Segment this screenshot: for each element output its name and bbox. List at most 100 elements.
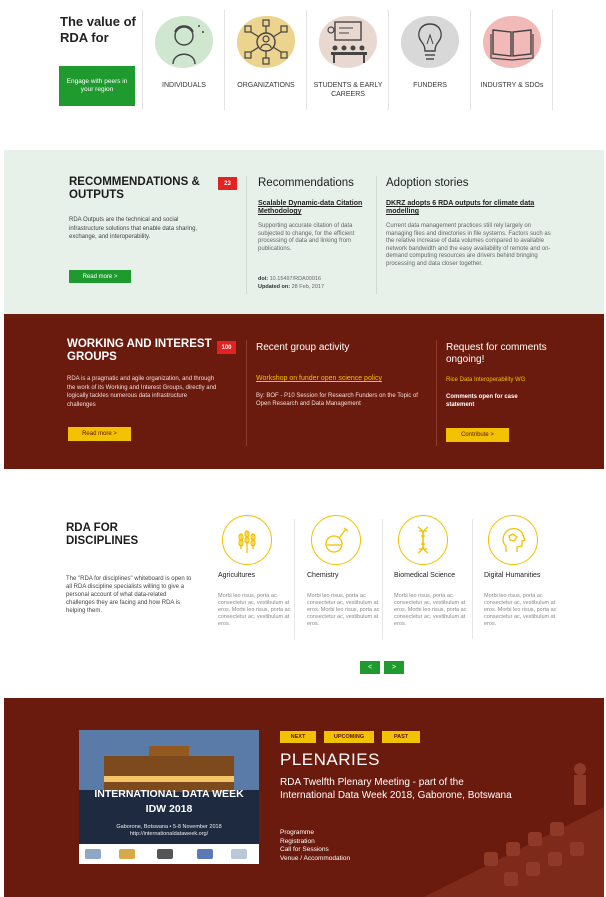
audience-students[interactable]: STUDENTS & EARLY CAREERS — [306, 10, 388, 110]
discipline-name: Biomedical Science — [394, 572, 456, 579]
venue-link[interactable]: Venue / Accommodation — [280, 855, 350, 864]
audience-illustration — [424, 763, 604, 897]
audience-label: INDIVIDUALS — [162, 82, 206, 89]
disciplines-description: The "RDA for disciplines" whiteboard is … — [66, 576, 192, 614]
divider — [472, 519, 473, 639]
audience-label: ORGANIZATIONS — [237, 82, 295, 89]
recommendation-doi: doi: 10.15497/RDA00016 — [258, 276, 368, 284]
plenaries-section: INTERNATIONAL DATA WEEK IDW 2018 Gaboron… — [4, 698, 604, 897]
banner-location: Gaborone, Botswana • 5-8 November 2018 — [116, 824, 222, 830]
head-profile-icon — [488, 515, 538, 565]
discipline-text: Morbi leo risus, porta ac consectetur ac… — [484, 593, 557, 627]
discipline-text: Morbi leo risus, porta ac consectetur ac… — [307, 593, 380, 627]
sponsor-logo — [197, 849, 213, 859]
discipline-card[interactable]: Agricultures Morbi leo risus, porta ac c… — [218, 515, 296, 640]
recommendations-description: RDA Outputs are the technical and social… — [69, 217, 198, 240]
recent-activity-heading: Recent group activity — [256, 342, 350, 353]
groups-count-badge: 100 — [217, 341, 236, 354]
discipline-name: Digital Humanities — [484, 572, 541, 579]
banner-event-short: IDW 2018 — [145, 803, 193, 815]
contribute-button[interactable]: Contribute > — [446, 428, 509, 442]
discipline-name: Agricultures — [218, 572, 255, 579]
sponsor-logo — [231, 849, 247, 859]
updated-label: Updated on: — [258, 284, 291, 290]
wheat-icon — [222, 515, 272, 565]
audience-label: INDUSTRY & SDOs — [480, 82, 544, 89]
discipline-card[interactable]: Chemistry Morbi leo risus, porta ac cons… — [307, 515, 385, 640]
banner-url: http://internationaldataweek.org/ — [129, 831, 209, 837]
comments-status: Comments open for case statement — [446, 394, 518, 408]
groups-description: RDA is a pragmatic and agile organizatio… — [67, 376, 217, 408]
sponsor-logo — [85, 849, 101, 859]
disciplines-title: RDA FOR DISCIPLINES — [66, 522, 139, 547]
banner-event-name: INTERNATIONAL DATA WEEK — [94, 788, 244, 800]
divider — [246, 340, 247, 446]
groups-read-more-button[interactable]: Read more > — [68, 427, 131, 441]
recommendation-updated: Updated on: 28 Feb, 2017 — [258, 284, 368, 292]
lightbulb-icon — [418, 23, 442, 60]
sponsor-logo — [119, 849, 135, 859]
idw-banner-image[interactable]: INTERNATIONAL DATA WEEK IDW 2018 Gaboron… — [79, 730, 259, 864]
registration-link[interactable]: Registration — [280, 838, 350, 847]
audience-industry[interactable]: INDUSTRY & SDOs — [470, 10, 552, 110]
banner-building — [104, 756, 234, 792]
individual-person-icon — [172, 25, 204, 65]
discipline-text: Morbi leo risus, porta ac consectetur ac… — [218, 593, 291, 627]
recommendation-summary: Supporting accurate citation of data sub… — [258, 223, 355, 252]
dna-icon — [398, 515, 448, 565]
tab-next[interactable]: NEXT — [280, 731, 316, 743]
audience-individuals[interactable]: INDIVIDUALS — [142, 10, 224, 110]
classroom-icon — [327, 21, 367, 63]
adoption-story-link[interactable]: DKRZ adopts 6 RDA outputs for climate da… — [386, 200, 551, 216]
activity-link[interactable]: Workshop on funder open science policy — [256, 375, 382, 383]
recommendations-title: RECOMMENDATIONS & OUTPUTS — [69, 176, 200, 201]
divider — [552, 10, 553, 110]
recommendations-heading: Recommendations — [258, 177, 354, 189]
flask-icon — [311, 515, 361, 565]
audience-label: STUDENTS & EARLY CAREERS — [313, 82, 383, 98]
doi-label: doi: — [258, 276, 269, 282]
discipline-card[interactable]: Digital Humanities Morbi leo risus, port… — [484, 515, 562, 640]
audience-organizations[interactable]: ORGANIZATIONS — [224, 10, 306, 110]
request-comments-heading: Request for comments ongoing! — [446, 342, 547, 365]
plenaries-title: PLENARIES — [280, 750, 380, 769]
divider — [246, 176, 247, 294]
carousel-next-button[interactable]: > — [384, 661, 404, 674]
engage-peers-button[interactable]: Engage with peers in your region — [59, 66, 135, 106]
doi-value: 10.15497/RDA00016 — [269, 276, 321, 282]
open-book-icon — [490, 29, 534, 61]
carousel-prev-button[interactable]: < — [360, 661, 380, 674]
discipline-name: Chemistry — [307, 572, 339, 579]
audience-funders[interactable]: FUNDERS — [388, 10, 470, 110]
value-title: The value of RDA for — [60, 14, 136, 45]
tab-past[interactable]: PAST — [382, 731, 420, 743]
discipline-text: Morbi leo risus, porta ac consectetur ac… — [394, 593, 467, 627]
disciplines-section: RDA FOR DISCIPLINES The "RDA for discipl… — [0, 469, 606, 698]
updated-value: 28 Feb, 2017 — [291, 284, 325, 290]
recommendations-read-more-button[interactable]: Read more > — [69, 270, 131, 283]
adoption-story-summary: Current data management practices still … — [386, 223, 551, 267]
groups-title: WORKING AND INTEREST GROUPS — [67, 338, 212, 363]
call-for-sessions-link[interactable]: Call for Sessions — [280, 846, 350, 855]
plenary-subtitle: RDA Twelfth Plenary Meeting - part of th… — [280, 777, 512, 801]
sponsor-logo — [157, 849, 173, 859]
programme-link[interactable]: Programme — [280, 829, 350, 838]
recommendations-section: RECOMMENDATIONS & OUTPUTS RDA Outputs ar… — [4, 150, 604, 314]
activity-details: By: BOF - P10 Session for Research Funde… — [256, 393, 418, 407]
discipline-card[interactable]: Biomedical Science Morbi leo risus, port… — [394, 515, 472, 640]
banner-event-details: Gaborone, Botswana • 5-8 November 2018 h… — [79, 824, 259, 838]
groups-section: WORKING AND INTEREST GROUPS RDA is a pra… — [4, 314, 604, 469]
value-section: The value of RDA for Engage with peers i… — [0, 0, 606, 150]
organization-network-icon — [244, 19, 288, 65]
tab-upcoming[interactable]: UPCOMING — [324, 731, 374, 743]
plenary-links: Programme Registration Call for Sessions… — [280, 829, 350, 863]
divider — [436, 340, 437, 446]
divider — [376, 176, 377, 294]
divider — [294, 519, 295, 639]
recommendation-link[interactable]: Scalable Dynamic-data Citation Methodolo… — [258, 200, 363, 216]
comments-group-link[interactable]: Rice Data Interoperability WG — [446, 376, 525, 384]
sponsor-logos — [79, 844, 259, 864]
adoption-stories-heading: Adoption stories — [386, 177, 469, 189]
divider — [382, 519, 383, 639]
banner-lights — [104, 776, 234, 782]
